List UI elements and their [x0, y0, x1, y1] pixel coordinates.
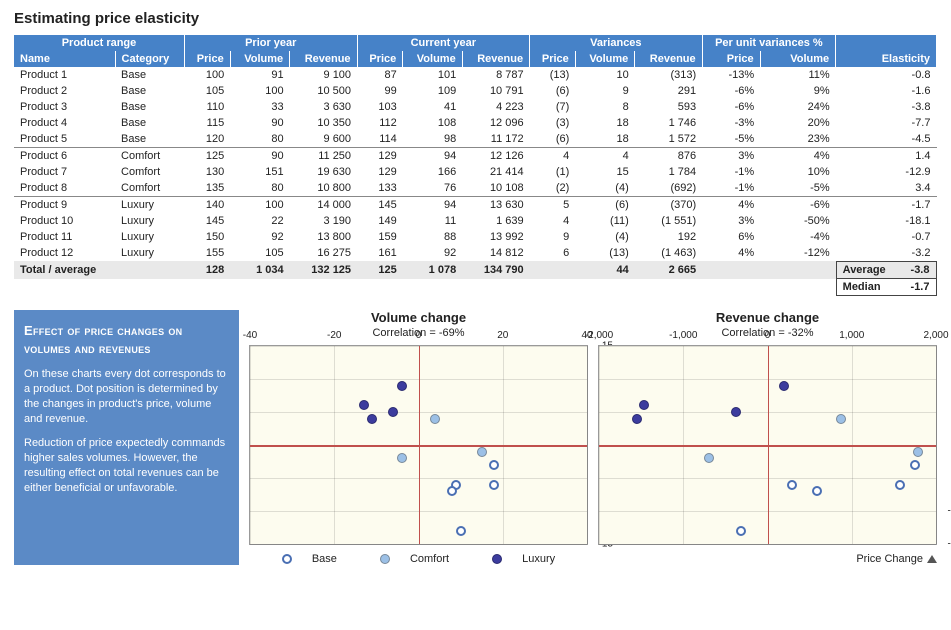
data-point	[779, 381, 789, 391]
info-sidebar: Effect of price changes on volumes and r…	[14, 310, 239, 565]
chart-title: Revenue change	[598, 310, 937, 325]
chart-title: Volume change	[249, 310, 588, 325]
table-row: Product 11Luxury1509213 8001598813 9929(…	[14, 229, 937, 245]
sidebar-heading: Effect of price changes on volumes and r…	[24, 322, 229, 357]
data-point	[787, 480, 797, 490]
legend-swatch-luxury	[492, 554, 502, 564]
sidebar-p2: Reduction of price expectedly commands h…	[24, 436, 229, 495]
data-point	[489, 460, 499, 470]
legend: Base Comfort Luxury	[249, 553, 588, 565]
data-point	[836, 414, 846, 424]
data-point	[736, 526, 746, 536]
group-perunit: Per unit variances %	[702, 35, 836, 51]
group-current: Current year	[357, 35, 530, 51]
group-prior: Prior year	[185, 35, 358, 51]
elasticity-table: Product range Prior year Current year Va…	[14, 35, 937, 296]
table-row: Product 10Luxury145223 190149111 6394(11…	[14, 213, 937, 229]
legend-swatch-base	[282, 554, 292, 564]
median-row: Median-1.7	[14, 279, 937, 296]
total-row: Total / average1281 034132 1251251 07813…	[14, 261, 937, 279]
table-row: Product 3Base110333 630103414 223(7)8593…	[14, 99, 937, 115]
table-row: Product 9Luxury14010014 0001459413 6305(…	[14, 197, 937, 214]
data-point	[447, 486, 457, 496]
table-row: Product 7Comfort13015119 63012916621 414…	[14, 164, 937, 180]
page-title: Estimating price elasticity	[14, 10, 937, 27]
data-point	[913, 447, 923, 457]
data-point	[397, 453, 407, 463]
table-row: Product 1Base100919 100871018 787(13)10(…	[14, 67, 937, 83]
data-point	[639, 400, 649, 410]
sidebar-p1: On these charts every dot corresponds to…	[24, 367, 229, 426]
data-point	[388, 407, 398, 417]
plot-area: -2,000-1,00001,0002,000-15-10-5051015	[598, 345, 937, 545]
group-blank	[836, 35, 937, 51]
price-change-label: Price Change	[598, 553, 937, 565]
data-point	[489, 480, 499, 490]
data-point	[910, 460, 920, 470]
table-row: Product 6Comfort1259011 2501299412 12644…	[14, 148, 937, 165]
header-row: Name Category Price Volume Revenue Price…	[14, 51, 937, 67]
chart-volume: Volume change Correlation = -69% -40-200…	[249, 310, 588, 565]
group-product: Product range	[14, 35, 185, 51]
table-row: Product 12Luxury15510516 2751619214 8126…	[14, 245, 937, 261]
data-point	[430, 414, 440, 424]
data-point	[895, 480, 905, 490]
data-point	[477, 447, 487, 457]
table-row: Product 5Base120809 6001149811 172(6)181…	[14, 131, 937, 148]
data-point	[731, 407, 741, 417]
triangle-icon	[927, 555, 937, 563]
data-point	[632, 414, 642, 424]
table-row: Product 8Comfort1358010 8001337610 108(2…	[14, 180, 937, 197]
table-row: Product 2Base10510010 5009910910 791(6)9…	[14, 83, 937, 99]
legend-swatch-comfort	[380, 554, 390, 564]
group-variances: Variances	[530, 35, 703, 51]
data-point	[456, 526, 466, 536]
data-point	[397, 381, 407, 391]
data-point	[359, 400, 369, 410]
plot-area: -40-2002040-15-10-5051015	[249, 345, 588, 545]
table-row: Product 4Base1159010 35011210812 096(3)1…	[14, 115, 937, 131]
data-point	[812, 486, 822, 496]
data-point	[704, 453, 714, 463]
chart-revenue: Revenue change Correlation = -32% -2,000…	[598, 310, 937, 565]
data-point	[367, 414, 377, 424]
